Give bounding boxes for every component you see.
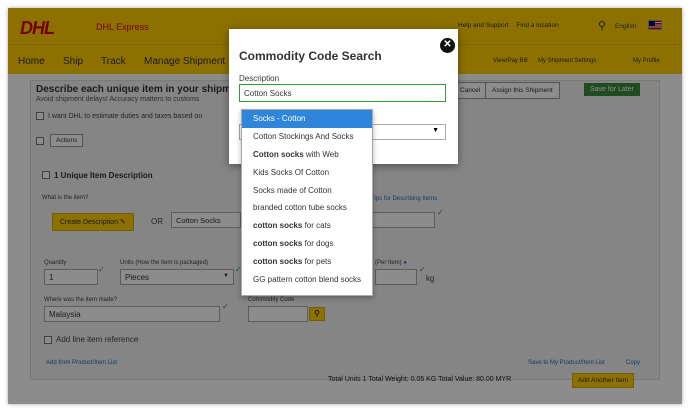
suggestion-text: Socks made of Cotton [253,185,332,195]
suggestion-text: GG pattern cotton blend socks [253,275,362,285]
suggestion-match: cotton socks [253,239,303,249]
suggestion-text: for cats [302,221,331,231]
close-icon[interactable]: ✕ [440,38,455,53]
app-window: DHL DHL Express Help and Support Find a … [8,8,682,404]
suggestion-item[interactable]: Cotton socks with Web [242,146,372,164]
suggestion-match: cotton socks [253,221,303,231]
suggestion-text: Kids Socks Of Cotton [253,167,330,177]
suggestion-text: for dogs [302,239,334,249]
suggestion-match: Cotton socks [253,149,304,159]
suggestion-match: cotton socks [253,257,303,267]
suggestion-item[interactable]: GG pattern cotton blend socks [242,271,372,289]
suggestion-dropdown: Socks - Cotton Cotton Stockings And Socks… [241,109,373,296]
description-input[interactable]: Cotton Socks [239,84,446,102]
chevron-down-icon: ▼ [432,127,439,134]
suggestion-text: Socks - Cotton [253,114,306,123]
suggestion-item[interactable]: branded cotton tube socks [242,199,372,217]
suggestion-item[interactable]: cotton socks for cats [242,217,372,235]
suggestion-item[interactable]: Socks - Cotton [242,110,372,128]
suggestion-text: branded cotton tube socks [253,203,347,213]
suggestion-item[interactable]: Kids Socks Of Cotton [242,164,372,182]
modal-title: Commodity Code Search [239,49,382,63]
suggestion-item[interactable]: Cotton Stockings And Socks [242,128,372,146]
suggestion-text: Cotton Stockings And Socks [253,131,354,141]
suggestion-text: for pets [302,257,332,267]
suggestion-item[interactable]: cotton socks for dogs [242,235,372,253]
suggestion-item[interactable]: Socks made of Cotton [242,182,372,200]
suggestion-text: with Web [303,149,339,159]
description-label: Description [239,74,280,83]
suggestion-item[interactable]: cotton socks for pets [242,253,372,271]
